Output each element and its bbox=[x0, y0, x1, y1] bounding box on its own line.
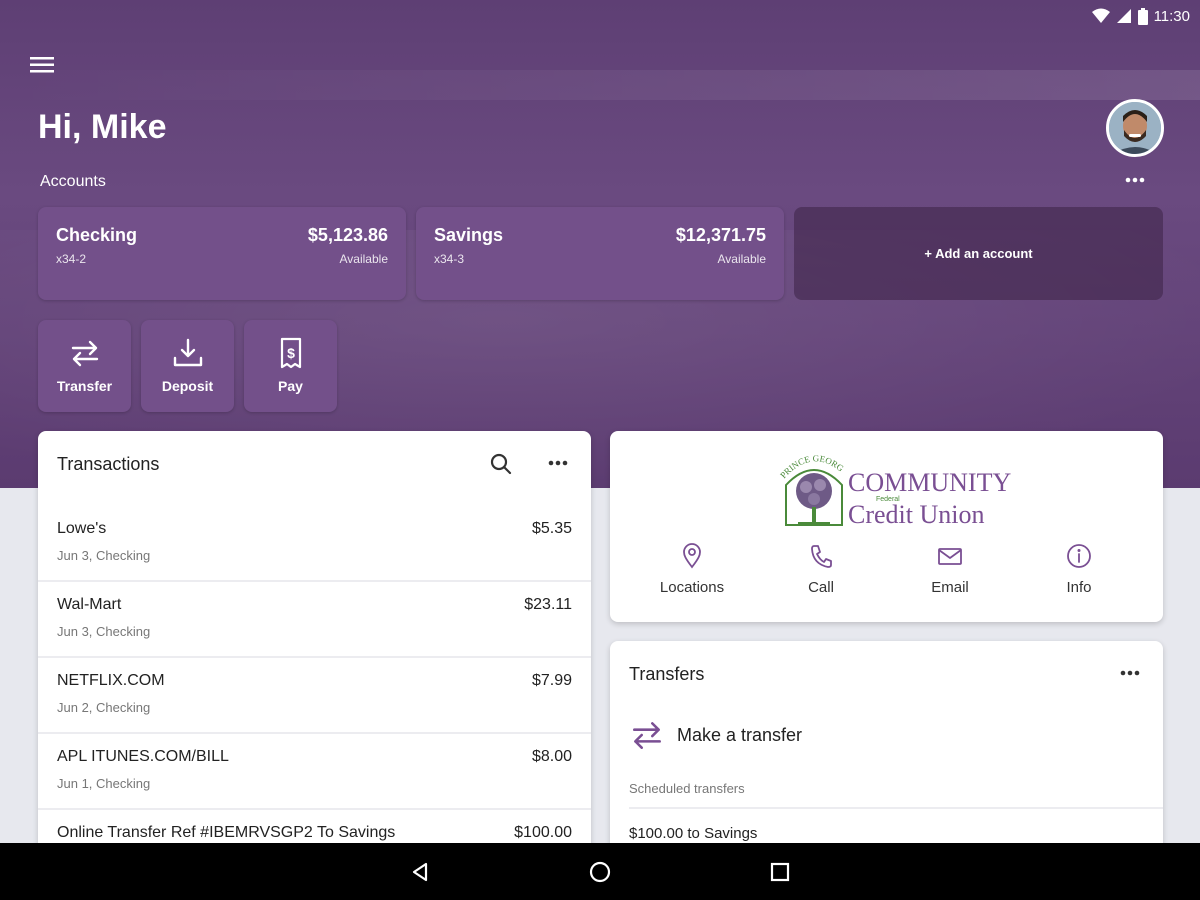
transaction-row[interactable]: Lowe's Jun 3, Checking $5.35 bbox=[38, 506, 591, 582]
transaction-row[interactable]: NETFLIX.COM Jun 2, Checking $7.99 bbox=[38, 658, 591, 734]
more-horizontal-icon bbox=[1125, 177, 1145, 183]
deposit-label: Deposit bbox=[161, 378, 214, 394]
home-button[interactable] bbox=[585, 857, 615, 887]
transfer-icon bbox=[633, 722, 661, 749]
transaction-description: Online Transfer Ref #IBEMRVSGP2 To Savin… bbox=[57, 824, 396, 841]
locations-label: Locations bbox=[659, 579, 725, 596]
avatar[interactable] bbox=[1106, 99, 1164, 157]
transaction-amount: $5.35 bbox=[531, 520, 572, 537]
pay-action-button[interactable]: $ Pay bbox=[244, 320, 337, 412]
menu-button[interactable] bbox=[28, 52, 56, 78]
account-number: x34-2 bbox=[56, 252, 87, 266]
transaction-row[interactable]: Wal-Mart Jun 3, Checking $23.11 bbox=[38, 582, 591, 658]
clock: 11:30 bbox=[1153, 7, 1190, 25]
account-balance: $12,371.75 bbox=[675, 225, 766, 245]
user-photo-icon bbox=[1109, 102, 1161, 154]
locations-button[interactable]: Locations bbox=[632, 543, 752, 596]
balance-label: Available bbox=[339, 252, 388, 266]
make-transfer-label: Make a transfer bbox=[677, 724, 803, 745]
transactions-card: Transactions Lowe's Jun 3, Checking $5.3… bbox=[38, 431, 591, 900]
account-card-checking[interactable]: Checking x34-2 $5,123.86 Available bbox=[38, 207, 406, 300]
hamburger-icon bbox=[30, 57, 54, 73]
accounts-more-button[interactable] bbox=[1122, 170, 1148, 190]
deposit-icon bbox=[173, 338, 202, 367]
transaction-meta: Jun 3, Checking bbox=[57, 548, 151, 563]
divider bbox=[629, 807, 1163, 809]
scheduled-transfer-item[interactable]: $100.00 to Savings bbox=[629, 825, 757, 842]
location-pin-icon bbox=[683, 543, 701, 569]
account-card-savings[interactable]: Savings x34-3 $12,371.75 Available bbox=[416, 207, 784, 300]
info-button[interactable]: Info bbox=[1019, 543, 1139, 596]
deposit-action-button[interactable]: Deposit bbox=[141, 320, 234, 412]
make-transfer-button[interactable]: Make a transfer bbox=[629, 715, 802, 755]
balance-label: Available bbox=[717, 252, 766, 266]
transaction-meta: Jun 3, Checking bbox=[57, 624, 151, 639]
transaction-description: APL ITUNES.COM/BILL bbox=[57, 748, 229, 765]
pay-icon: $ bbox=[280, 337, 301, 369]
transaction-row[interactable]: APL ITUNES.COM/BILL Jun 1, Checking $8.0… bbox=[38, 734, 591, 810]
status-bar: 11:30 bbox=[0, 0, 1200, 32]
back-button[interactable] bbox=[405, 857, 435, 887]
transactions-more-button[interactable] bbox=[545, 453, 571, 473]
transaction-amount: $7.99 bbox=[531, 672, 572, 689]
back-triangle-icon bbox=[412, 862, 428, 881]
credit-union-card: PRINCE GEORGE'S COMMUNITY Federal Credit… bbox=[610, 431, 1163, 622]
system-nav-bar bbox=[0, 843, 1200, 900]
greeting: Hi, Mike bbox=[38, 108, 167, 146]
more-horizontal-icon bbox=[548, 460, 568, 466]
transaction-amount: $23.11 bbox=[524, 596, 572, 613]
transaction-description: NETFLIX.COM bbox=[57, 672, 165, 689]
call-label: Call bbox=[808, 579, 834, 596]
transfer-action-button[interactable]: Transfer bbox=[38, 320, 131, 412]
transaction-meta: Jun 1, Checking bbox=[57, 776, 151, 791]
info-label: Info bbox=[1066, 579, 1092, 596]
transactions-search-button[interactable] bbox=[488, 451, 514, 477]
battery-icon bbox=[1137, 7, 1148, 25]
pay-label: Pay bbox=[278, 378, 303, 394]
credit-union-logo: PRINCE GEORGE'S COMMUNITY Federal Credit… bbox=[776, 445, 1011, 529]
email-label: Email bbox=[931, 579, 969, 596]
transaction-description: Lowe's bbox=[57, 520, 107, 537]
recents-square-icon bbox=[770, 862, 790, 881]
transaction-amount: $8.00 bbox=[531, 748, 572, 765]
transactions-title: Transactions bbox=[57, 454, 160, 474]
transfer-icon bbox=[71, 340, 98, 367]
svg-text:Credit Union: Credit Union bbox=[848, 500, 985, 529]
recents-button[interactable] bbox=[765, 857, 795, 887]
signal-icon bbox=[1116, 9, 1131, 23]
transfers-title: Transfers bbox=[629, 664, 705, 684]
accounts-label: Accounts bbox=[40, 173, 106, 190]
transfers-more-button[interactable] bbox=[1117, 663, 1143, 683]
transaction-amount: $100.00 bbox=[514, 824, 572, 841]
svg-text:$: $ bbox=[287, 345, 295, 361]
call-button[interactable]: Call bbox=[761, 543, 881, 596]
transfer-label: Transfer bbox=[56, 378, 113, 394]
svg-text:COMMUNITY: COMMUNITY bbox=[848, 468, 1011, 497]
search-icon bbox=[490, 453, 512, 475]
email-button[interactable]: Email bbox=[890, 543, 1010, 596]
info-icon bbox=[1067, 544, 1091, 568]
home-circle-icon bbox=[589, 861, 611, 882]
account-balance: $5,123.86 bbox=[307, 225, 388, 245]
phone-icon bbox=[811, 545, 832, 568]
add-account-button[interactable]: + Add an account bbox=[794, 207, 1163, 300]
transaction-description: Wal-Mart bbox=[57, 596, 122, 613]
email-icon bbox=[938, 548, 962, 565]
scheduled-transfers-label: Scheduled transfers bbox=[629, 781, 745, 796]
more-horizontal-icon bbox=[1120, 670, 1140, 676]
account-number: x34-3 bbox=[434, 252, 465, 266]
wifi-icon bbox=[1091, 8, 1110, 23]
transaction-meta: Jun 2, Checking bbox=[57, 700, 151, 715]
